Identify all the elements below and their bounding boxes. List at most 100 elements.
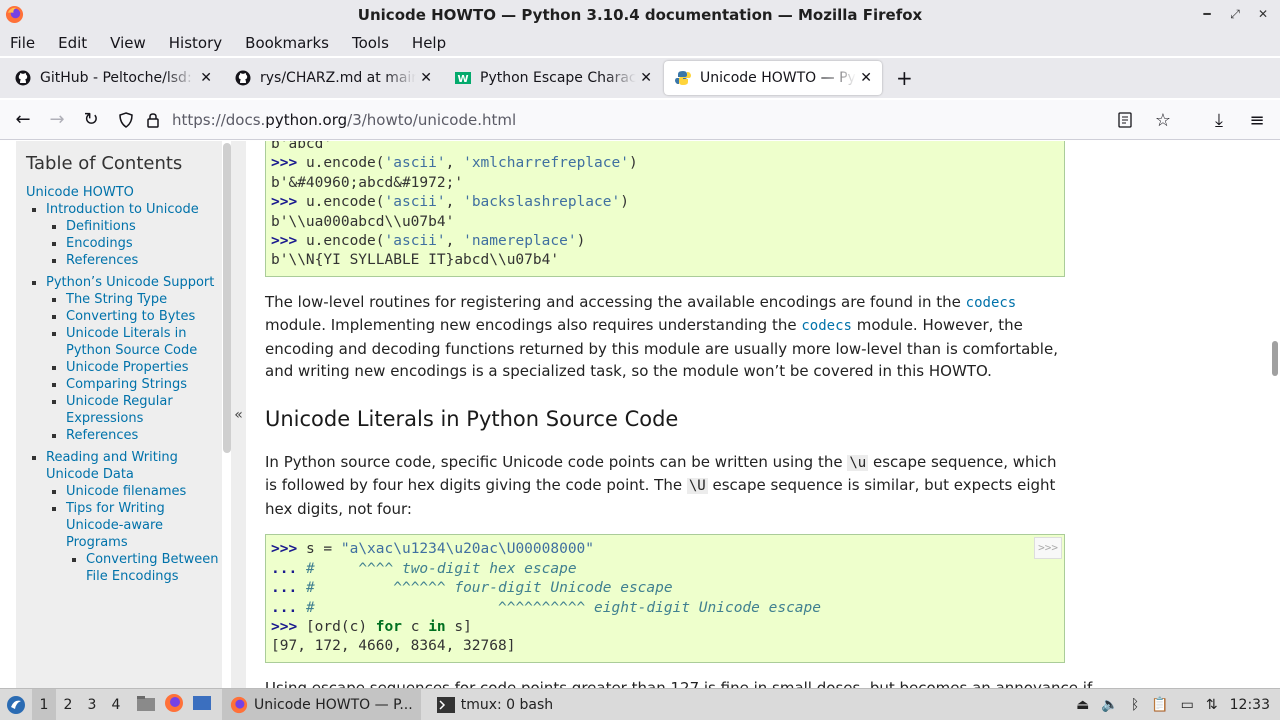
workspace-1[interactable]: 1 — [32, 688, 56, 720]
new-tab-icon[interactable]: + — [896, 66, 913, 90]
tab-label: GitHub - Peltoche/lsd: T — [40, 70, 197, 86]
toc-link[interactable]: Unicode HOWTO — [26, 185, 134, 200]
tab-label: rys/CHARZ.md at main · r — [260, 70, 417, 86]
toc-link[interactable]: Encodings — [66, 236, 133, 251]
toc-link[interactable]: Introduction to Unicode — [46, 202, 199, 217]
bluetooth-icon[interactable]: ᛒ — [1131, 697, 1139, 713]
tab-unicode-howto[interactable]: Unicode HOWTO — Python ✕ — [664, 61, 882, 95]
system-tray: ⏏ 🔈 ᛒ 📋 ▭ ⇅ 12:33 — [1076, 689, 1270, 720]
hamburger-menu-icon[interactable]: ≡ — [1240, 104, 1274, 136]
tray-upload-icon[interactable]: ⏏ — [1076, 697, 1089, 713]
menu-bookmarks[interactable]: Bookmarks — [245, 34, 329, 52]
menu-file[interactable]: File — [10, 34, 35, 52]
window-titlebar: Unicode HOWTO — Python 3.10.4 documentat… — [0, 0, 1280, 30]
w3-icon: W — [454, 69, 472, 87]
copy-prompt-toggle[interactable]: >>> — [1034, 537, 1062, 559]
close-icon[interactable]: ✕ — [200, 70, 212, 86]
code-block-encode: b'abcd' >>> u.encode('ascii', 'xmlcharre… — [265, 141, 1065, 277]
tab-label: Python Escape Characters — [480, 70, 637, 86]
section-heading: Unicode Literals in Python Source Code — [265, 406, 679, 431]
tab-label: Unicode HOWTO — Python — [700, 70, 856, 86]
toc-link[interactable]: References — [66, 253, 138, 268]
menu-history[interactable]: History — [169, 34, 222, 52]
shield-icon[interactable] — [118, 112, 134, 128]
taskbar: 1 2 3 4 Unicode HOWTO — P... tmux: 0 bas… — [0, 688, 1280, 720]
menu-help[interactable]: Help — [412, 34, 446, 52]
toc-link[interactable]: Reading and Writing Unicode Data — [46, 450, 178, 482]
python-icon — [674, 69, 692, 87]
toc-link[interactable]: Converting Between File Encodings — [86, 552, 219, 584]
paragraph-escapes: In Python source code, specific Unicode … — [265, 452, 1057, 518]
bookmark-star-icon[interactable]: ☆ — [1146, 104, 1180, 136]
window-controls: ━ ⤢ ✕ — [1198, 5, 1272, 23]
system-menu-icon[interactable] — [0, 695, 32, 715]
toc-title: Table of Contents — [26, 153, 183, 174]
taskbar-terminal[interactable]: tmux: 0 bash — [429, 689, 561, 720]
article: b'abcd' >>> u.encode('ascii', 'xmlcharre… — [265, 141, 1093, 688]
toc-link[interactable]: References — [66, 428, 138, 443]
download-icon[interactable]: ⤓ — [1202, 104, 1236, 136]
toc-link[interactable]: Converting to Bytes — [66, 309, 195, 324]
toc-link[interactable]: Unicode filenames — [66, 484, 186, 499]
clock: 12:33 — [1229, 697, 1270, 713]
url-text[interactable]: https://docs.python.org/3/howto/unicode.… — [172, 111, 516, 129]
clipboard-icon[interactable]: 📋 — [1151, 697, 1168, 713]
menu-bar: File Edit View History Bookmarks Tools H… — [0, 30, 1280, 56]
terminal-icon — [436, 696, 455, 713]
navigation-bar: ← → ↻ https://docs.python.org/3/howto/un… — [0, 100, 1280, 140]
menu-edit[interactable]: Edit — [58, 34, 87, 52]
lock-icon[interactable] — [146, 112, 160, 128]
toc-list: Unicode HOWTO Introduction to Unicode De… — [26, 184, 222, 585]
github-icon — [234, 69, 252, 87]
window-title: Unicode HOWTO — Python 3.10.4 documentat… — [357, 6, 923, 24]
toc-link[interactable]: Unicode Literals in Python Source Code — [66, 326, 197, 358]
workspace-4[interactable]: 4 — [104, 697, 128, 713]
toc-link[interactable]: Tips for Writing Unicode-aware Programs — [66, 501, 165, 550]
tab-python-escape[interactable]: W Python Escape Characters ✕ — [444, 61, 662, 95]
forward-arrow-icon[interactable]: → — [40, 104, 74, 136]
taskbar-firefox[interactable]: Unicode HOWTO — P... — [222, 688, 421, 720]
toc-link[interactable]: Unicode Properties — [66, 360, 189, 375]
sidebar-scrollbar[interactable] — [223, 143, 231, 453]
firefox-icon — [5, 5, 24, 24]
page-scrollbar[interactable] — [1272, 341, 1278, 376]
toc-link[interactable]: Comparing Strings — [66, 377, 187, 392]
page-content: Table of Contents Unicode HOWTO Introduc… — [0, 141, 1280, 688]
display-icon[interactable]: ▭ — [1181, 697, 1194, 713]
code-block-literals: >>> >>> s = "a\xac\u1234\u20ac\U00008000"… — [265, 534, 1065, 663]
firefox-launcher-icon[interactable] — [164, 693, 184, 717]
reader-view-icon[interactable] — [1108, 104, 1142, 136]
network-icon[interactable]: ⇅ — [1206, 697, 1218, 713]
url-bar[interactable]: https://docs.python.org/3/howto/unicode.… — [118, 104, 1130, 136]
toc-link[interactable]: Unicode Regular Expressions — [66, 394, 173, 426]
toc-link[interactable]: Definitions — [66, 219, 136, 234]
minimize-icon[interactable]: ━ — [1198, 5, 1216, 23]
workspace-2[interactable]: 2 — [56, 697, 80, 713]
reload-icon[interactable]: ↻ — [74, 104, 108, 136]
tab-bar: GitHub - Peltoche/lsd: T ✕ rys/CHARZ.md … — [0, 58, 1280, 98]
paragraph-cutoff: Using escape sequences for code points g… — [265, 678, 1093, 688]
workspace-3[interactable]: 3 — [80, 697, 104, 713]
maximize-icon[interactable]: ⤢ — [1226, 5, 1244, 23]
desktop-icon[interactable] — [192, 694, 212, 716]
codecs-link[interactable]: codecs — [801, 318, 852, 334]
github-icon — [14, 69, 32, 87]
close-icon[interactable]: ✕ — [420, 70, 432, 86]
close-icon[interactable]: ✕ — [1254, 5, 1272, 23]
close-icon[interactable]: ✕ — [640, 70, 652, 86]
tab-github-lsd[interactable]: GitHub - Peltoche/lsd: T ✕ — [4, 61, 222, 95]
task-label: tmux: 0 bash — [460, 696, 554, 713]
codecs-link[interactable]: codecs — [966, 295, 1017, 311]
toolbar-right: ☆ ⤓ ≡ — [1108, 104, 1274, 136]
back-arrow-icon[interactable]: ← — [6, 104, 40, 136]
paragraph-codecs: The low-level routines for registering a… — [265, 292, 1058, 381]
menu-tools[interactable]: Tools — [352, 34, 389, 52]
file-manager-icon[interactable] — [136, 694, 156, 716]
toc-link[interactable]: The String Type — [66, 292, 167, 307]
toc-link[interactable]: Python’s Unicode Support — [46, 275, 214, 290]
close-icon[interactable]: ✕ — [860, 70, 872, 86]
tab-github-charz[interactable]: rys/CHARZ.md at main · r ✕ — [224, 61, 442, 95]
collapse-sidebar-button[interactable]: « — [231, 141, 246, 688]
volume-icon[interactable]: 🔈 — [1101, 697, 1118, 713]
menu-view[interactable]: View — [110, 34, 146, 52]
